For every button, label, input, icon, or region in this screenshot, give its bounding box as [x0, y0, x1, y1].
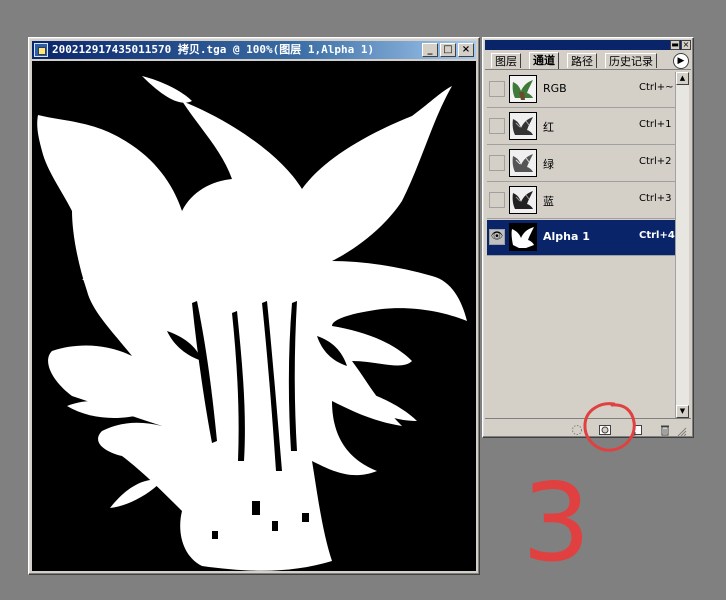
- channel-row-alpha-1[interactable]: 👁 Alpha 1 Ctrl+4: [487, 220, 675, 256]
- channel-shortcut: Ctrl+~: [639, 82, 674, 93]
- channels-panel: ▬ × 图层 通道 路径 历史记录 ▶ RGB Ctrl+~ 红 Ctrl+1: [482, 37, 694, 438]
- channel-thumbnail: [509, 149, 537, 177]
- document-title: 200212917435011570 拷贝.tga @ 100%(图层 1,Al…: [52, 43, 375, 56]
- channel-shortcut: Ctrl+3: [639, 193, 672, 204]
- new-channel-icon[interactable]: [631, 421, 643, 436]
- visibility-toggle[interactable]: [489, 155, 505, 171]
- channel-name: 蓝: [543, 195, 554, 208]
- panel-minimize-button[interactable]: ▬: [670, 40, 680, 50]
- channel-shortcut: Ctrl+2: [639, 156, 672, 167]
- tab-channels[interactable]: 通道: [529, 52, 559, 69]
- close-button[interactable]: ×: [458, 43, 474, 57]
- resize-grip-icon[interactable]: [675, 422, 687, 437]
- eye-icon[interactable]: 👁: [489, 229, 505, 245]
- document-window: 200212917435011570 拷贝.tga @ 100%(图层 1,Al…: [28, 37, 480, 575]
- channel-list: RGB Ctrl+~ 红 Ctrl+1 绿 Ctrl+2 蓝 Ctrl+3 👁 …: [487, 72, 675, 418]
- visibility-toggle[interactable]: [489, 118, 505, 134]
- channel-list-scrollbar[interactable]: ▲ ▼: [675, 72, 689, 418]
- scroll-up-button[interactable]: ▲: [676, 72, 689, 85]
- channel-thumbnail: [509, 112, 537, 140]
- save-selection-icon[interactable]: [599, 421, 611, 435]
- channel-shortcut: Ctrl+1: [639, 119, 672, 130]
- visibility-toggle[interactable]: [489, 192, 505, 208]
- channel-name: Alpha 1: [543, 230, 590, 243]
- panel-titlebar[interactable]: ▬ ×: [485, 40, 691, 50]
- channel-name: 红: [543, 121, 554, 134]
- channel-row-rgb[interactable]: RGB Ctrl+~: [487, 72, 675, 108]
- photoshop-doc-icon[interactable]: [34, 43, 48, 57]
- minimize-button[interactable]: _: [422, 43, 438, 57]
- panel-close-button[interactable]: ×: [681, 40, 691, 50]
- tab-history[interactable]: 历史记录: [605, 53, 657, 68]
- trash-icon[interactable]: [659, 421, 671, 436]
- channel-thumbnail: [509, 186, 537, 214]
- image-canvas[interactable]: [32, 61, 476, 571]
- visibility-toggle[interactable]: [489, 81, 505, 97]
- channel-thumbnail: [509, 75, 537, 103]
- maximize-button[interactable]: □: [440, 43, 456, 57]
- panel-footer: [485, 418, 691, 437]
- channel-row-blue[interactable]: 蓝 Ctrl+3: [487, 183, 675, 219]
- tab-paths[interactable]: 路径: [567, 53, 597, 68]
- panel-menu-button[interactable]: ▶: [673, 53, 689, 69]
- tab-layers[interactable]: 图层: [491, 53, 521, 68]
- document-titlebar[interactable]: 200212917435011570 拷贝.tga @ 100%(图层 1,Al…: [32, 41, 476, 59]
- channel-row-green[interactable]: 绿 Ctrl+2: [487, 146, 675, 182]
- alpha-channel-image: [37, 76, 467, 571]
- channel-shortcut: Ctrl+4: [639, 230, 675, 241]
- channel-row-red[interactable]: 红 Ctrl+1: [487, 109, 675, 145]
- channel-name: RGB: [543, 82, 567, 95]
- channel-name: 绿: [543, 158, 554, 171]
- channel-thumbnail: [509, 223, 537, 251]
- load-selection-icon[interactable]: [571, 421, 583, 435]
- scroll-down-button[interactable]: ▼: [676, 405, 689, 418]
- panel-tabs: 图层 通道 路径 历史记录 ▶: [485, 52, 691, 70]
- step-number-annotation: 3: [522, 461, 591, 586]
